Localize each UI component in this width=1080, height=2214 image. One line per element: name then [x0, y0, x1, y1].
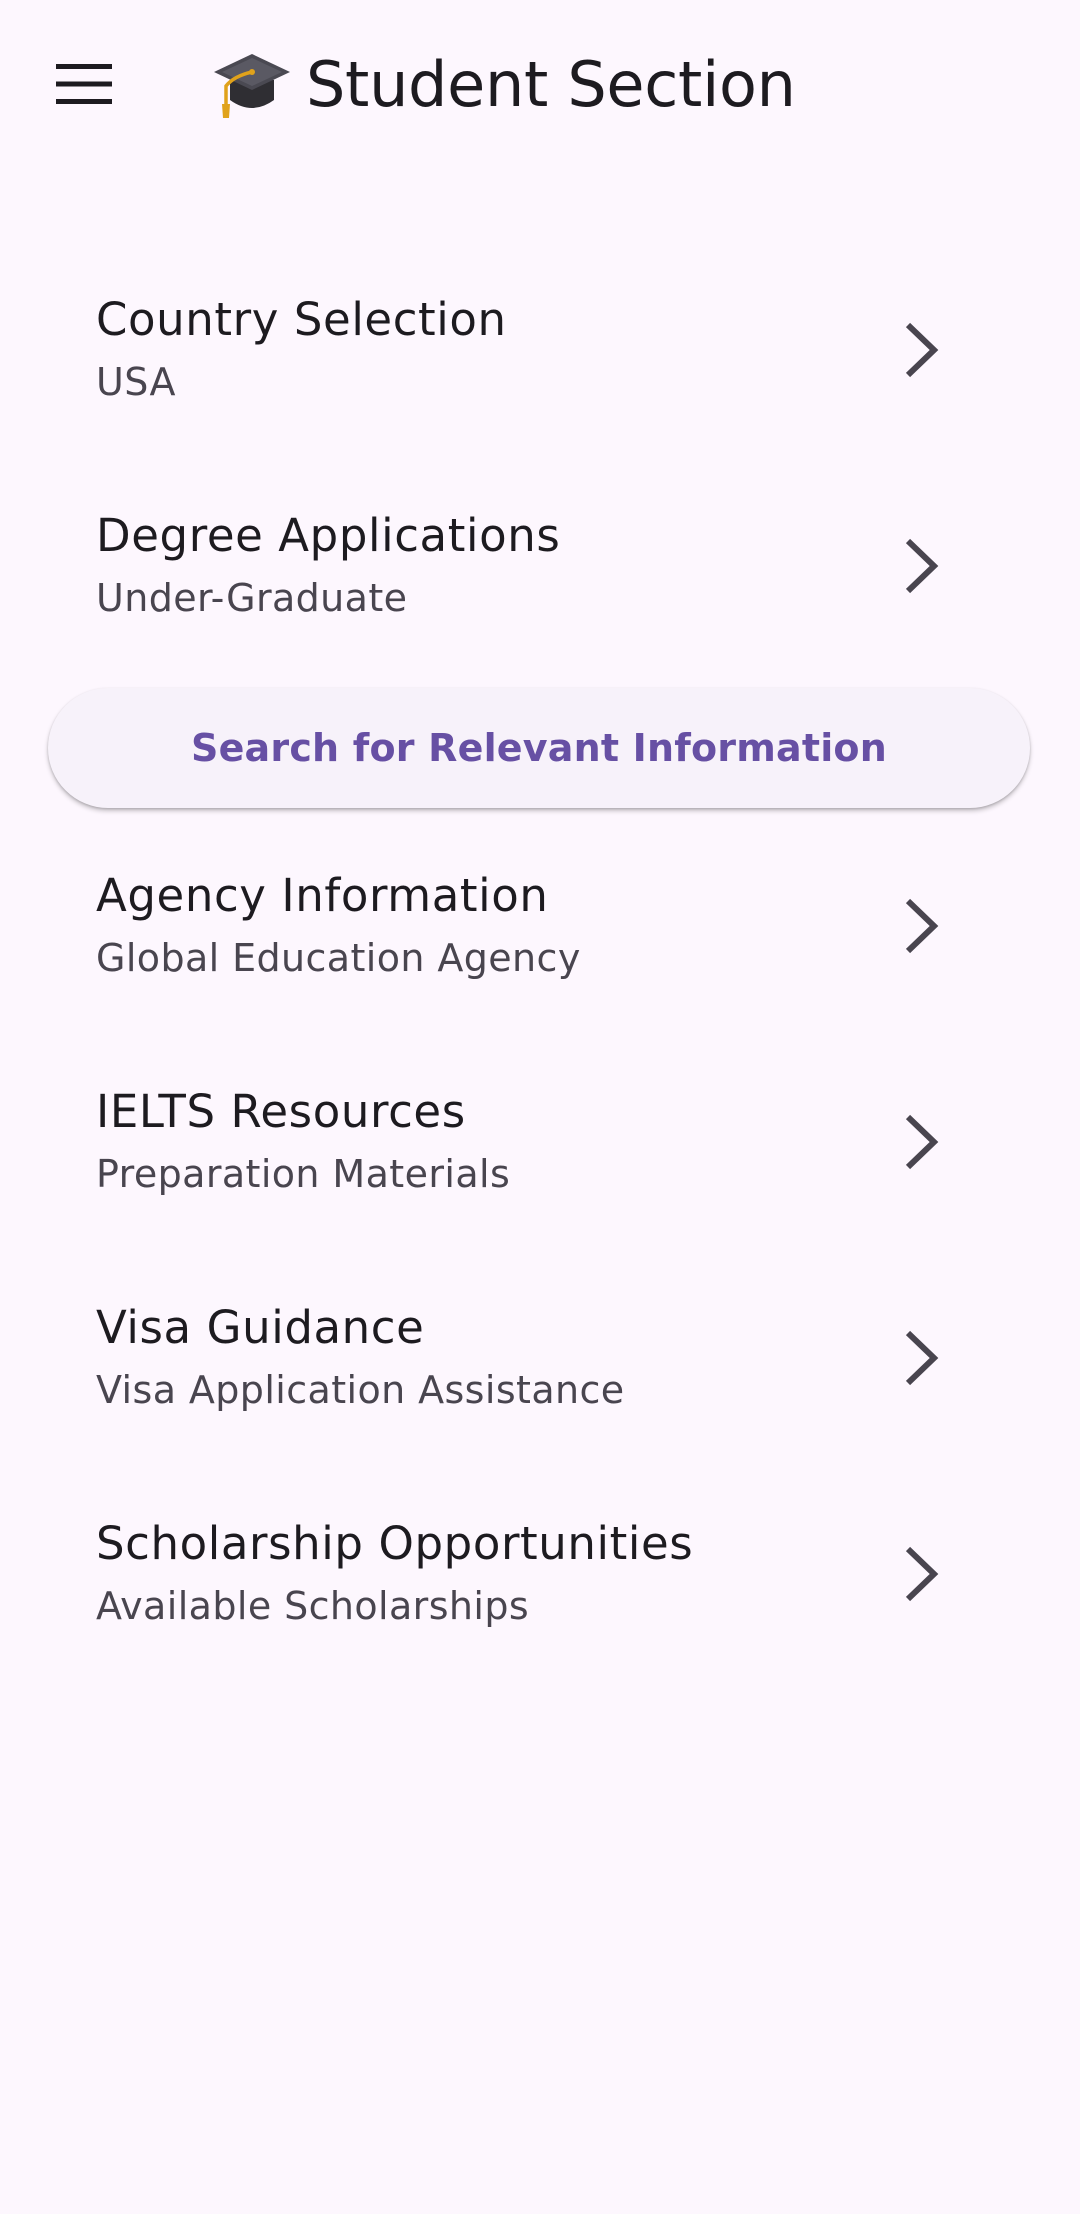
chevron-right-icon	[890, 310, 950, 390]
list-item-title: Scholarship Opportunities	[96, 1517, 694, 1570]
search-relevant-information-button[interactable]: Search for Relevant Information	[48, 688, 1030, 808]
list-item-title: IELTS Resources	[96, 1085, 466, 1138]
list-item-subtitle: USA	[96, 360, 176, 404]
list-item-ielts-resources[interactable]: IELTS Resources Preparation Materials	[0, 1082, 1080, 1282]
title-wrap: Student Section	[212, 40, 796, 128]
chevron-right-icon	[890, 526, 950, 606]
list-item-degree-applications[interactable]: Degree Applications Under-Graduate	[0, 506, 1080, 706]
graduation-cap-icon	[214, 54, 290, 118]
list-item-agency-information[interactable]: Agency Information Global Education Agen…	[0, 866, 1080, 1066]
list-item-subtitle: Global Education Agency	[96, 936, 581, 980]
list-item-subtitle: Visa Application Assistance	[96, 1368, 625, 1412]
list-item-scholarship-opportunities[interactable]: Scholarship Opportunities Available Scho…	[0, 1514, 1080, 1714]
list-item-country-selection[interactable]: Country Selection USA	[0, 290, 1080, 490]
list-item-visa-guidance[interactable]: Visa Guidance Visa Application Assistanc…	[0, 1298, 1080, 1498]
list-item-title: Visa Guidance	[96, 1301, 425, 1354]
chevron-right-icon	[890, 1318, 950, 1398]
chevron-right-icon	[890, 1102, 950, 1182]
list-item-subtitle: Preparation Materials	[96, 1152, 511, 1196]
chevron-right-icon	[890, 1534, 950, 1614]
list-item-title: Country Selection	[96, 293, 507, 346]
app-bar: Student Section	[0, 0, 1080, 170]
list-item-title: Degree Applications	[96, 509, 561, 562]
page-title: Student Section	[306, 47, 796, 121]
list-item-subtitle: Under-Graduate	[96, 576, 408, 620]
menu-button[interactable]	[22, 28, 146, 140]
hamburger-menu-icon	[56, 64, 112, 104]
list-item-subtitle: Available Scholarships	[96, 1584, 530, 1628]
chevron-right-icon	[890, 886, 950, 966]
list-item-title: Agency Information	[96, 869, 549, 922]
